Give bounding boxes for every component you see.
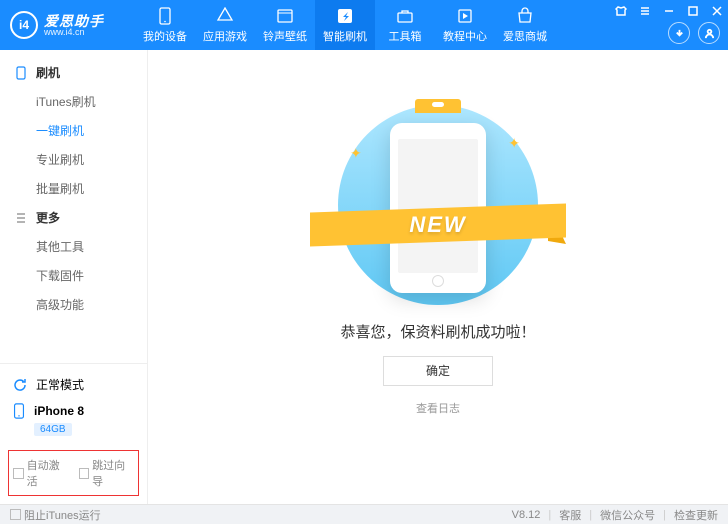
group-title: 刷机 [36,64,60,81]
nav-label: 应用游戏 [203,28,247,44]
view-log-link[interactable]: 查看日志 [148,400,728,416]
nav-label: 工具箱 [389,28,422,44]
skip-wizard-checkbox[interactable]: 跳过向导 [79,457,135,489]
logo-icon: i4 [10,11,38,39]
nav-tools[interactable]: 工具箱 [375,0,435,50]
nav-media[interactable]: 铃声壁纸 [255,0,315,50]
device-icon [156,7,174,25]
mode-label: 正常模式 [36,376,84,393]
maximize-icon[interactable] [682,0,704,22]
version-label: V8.12 [512,509,541,521]
nav-label: 爱思商城 [503,28,547,44]
support-link[interactable]: 客服 [559,507,581,523]
success-illustration: ✦✦ NEW [338,105,538,305]
flash-options-box: 自动激活 跳过向导 [8,450,139,496]
sidebar-item[interactable]: iTunes刷机 [0,87,147,116]
nav-label: 教程中心 [443,28,487,44]
sidebar: 刷机 iTunes刷机一键刷机专业刷机批量刷机更多其他工具下载固件高级功能 正常模… [0,50,148,504]
more-icon [14,211,28,225]
storage-badge: 64GB [34,423,72,436]
ok-button[interactable]: 确定 [383,356,493,386]
brand-name: 爱思助手 [44,14,104,28]
block-itunes-checkbox[interactable]: 阻止iTunes运行 [10,507,101,523]
success-message: 恭喜您，保资料刷机成功啦！ [148,321,728,342]
device-mode[interactable]: 正常模式 [12,372,135,397]
phone-icon [14,66,28,80]
device-name: iPhone 8 [34,404,84,418]
brand-url: www.i4.cn [44,28,104,37]
nav-device[interactable]: 我的设备 [135,0,195,50]
tutorial-icon [456,7,474,25]
media-icon [276,7,294,25]
phone-icon [12,403,26,419]
sidebar-item[interactable]: 其他工具 [0,232,147,261]
refresh-icon [12,377,28,393]
top-nav: 我的设备应用游戏铃声壁纸智能刷机 工具箱 教程中心爱思商城 [135,0,555,50]
download-icon[interactable] [668,22,690,44]
check-update-link[interactable]: 检查更新 [674,507,718,523]
user-icon[interactable] [698,22,720,44]
group-title: 更多 [36,209,60,226]
apps-icon [216,7,234,25]
sidebar-group[interactable]: 更多 [0,203,147,232]
nav-store[interactable]: 爱思商城 [495,0,555,50]
sidebar-item[interactable]: 批量刷机 [0,174,147,203]
sidebar-group[interactable]: 刷机 [0,58,147,87]
window-controls [610,0,728,22]
tools-icon [396,7,414,25]
nav-flash[interactable]: 智能刷机 [315,0,375,50]
nav-label: 铃声壁纸 [263,28,307,44]
nav-apps[interactable]: 应用游戏 [195,0,255,50]
flash-icon [336,7,354,25]
brand-logo: i4 爱思助手 www.i4.cn [0,0,135,50]
nav-label: 我的设备 [143,28,187,44]
close-icon[interactable] [706,0,728,22]
shirt-icon[interactable] [610,0,632,22]
sidebar-item[interactable]: 专业刷机 [0,145,147,174]
app-header: i4 爱思助手 www.i4.cn 我的设备应用游戏铃声壁纸智能刷机 工具箱 教程中… [0,0,728,50]
sidebar-item[interactable]: 下载固件 [0,261,147,290]
wechat-link[interactable]: 微信公众号 [600,507,655,523]
auto-activate-checkbox[interactable]: 自动激活 [13,457,69,489]
nav-label: 智能刷机 [323,28,367,44]
nav-tutorial[interactable]: 教程中心 [435,0,495,50]
minimize-icon[interactable] [658,0,680,22]
device-row[interactable]: iPhone 8 [12,397,135,421]
store-icon [516,7,534,25]
status-bar: 阻止iTunes运行 V8.12 | 客服 | 微信公众号 | 检查更新 [0,504,728,524]
main-panel: ✦✦ NEW 恭喜您，保资料刷机成功啦！ 确定 查看日志 [148,50,728,504]
sidebar-item[interactable]: 高级功能 [0,290,147,319]
sidebar-item[interactable]: 一键刷机 [0,116,147,145]
menu-icon[interactable] [634,0,656,22]
